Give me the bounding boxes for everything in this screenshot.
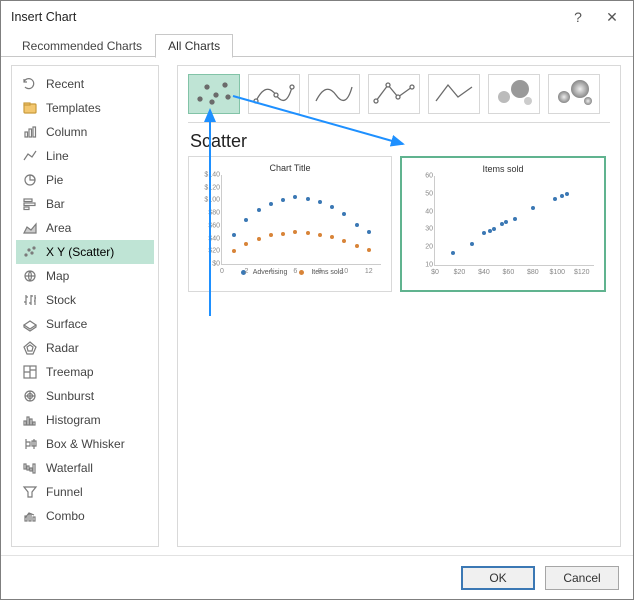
sidebar-item-label: Combo <box>46 509 85 523</box>
sidebar-item-label: Line <box>46 149 69 163</box>
sidebar-item-treemap[interactable]: Treemap <box>16 360 154 384</box>
chart-title: Items sold <box>408 164 598 174</box>
bubble-icon <box>492 77 536 112</box>
sidebar-item-line[interactable]: Line <box>16 144 154 168</box>
subtype-bubble-3d[interactable] <box>548 74 600 114</box>
scatter-icon <box>22 244 38 260</box>
recent-icon <box>22 76 38 92</box>
sidebar-item-label: Bar <box>46 197 65 211</box>
scatter-straight-icon <box>432 77 476 112</box>
sidebar-item-surface[interactable]: Surface <box>16 312 154 336</box>
sidebar-item-sunburst[interactable]: Sunburst <box>16 384 154 408</box>
scatter-smooth-icon <box>312 77 356 112</box>
scatter-straight-markers-icon <box>372 77 416 112</box>
subtype-scatter-straight[interactable] <box>428 74 480 114</box>
dialog-body: Recent Templates Column Line Pie Bar Area X Y (… <box>1 57 633 555</box>
insert-chart-dialog: Insert Chart ? ✕ Recommended Charts All … <box>0 0 634 600</box>
sunburst-icon <box>22 388 38 404</box>
dialog-title: Insert Chart <box>11 10 561 24</box>
waterfall-icon <box>22 460 38 476</box>
sidebar-item-label: Recent <box>46 77 84 91</box>
titlebar: Insert Chart ? ✕ <box>1 1 633 33</box>
sidebar-item-pie[interactable]: Pie <box>16 168 154 192</box>
sidebar-item-recent[interactable]: Recent <box>16 72 154 96</box>
sidebar-item-map[interactable]: Map <box>16 264 154 288</box>
histogram-icon <box>22 412 38 428</box>
sidebar-item-label: Templates <box>46 101 101 115</box>
sidebar-item-label: Column <box>46 125 87 139</box>
scatter-smooth-markers-icon <box>252 77 296 112</box>
close-button[interactable]: ✕ <box>595 5 629 29</box>
funnel-icon <box>22 484 38 500</box>
sidebar-item-label: Surface <box>46 317 87 331</box>
ok-button[interactable]: OK <box>461 566 535 590</box>
tab-all-charts[interactable]: All Charts <box>155 34 233 58</box>
sidebar-item-label: Box & Whisker <box>46 437 125 451</box>
dialog-footer: OK Cancel <box>1 555 633 599</box>
sidebar-item-label: Map <box>46 269 69 283</box>
subtype-title: Scatter <box>190 131 610 152</box>
tab-strip: Recommended Charts All Charts <box>1 33 633 57</box>
sidebar-item-label: Radar <box>46 341 79 355</box>
sidebar-item-histogram[interactable]: Histogram <box>16 408 154 432</box>
preview-right[interactable]: Items sold102030405060$0$20$40$60$80$100… <box>400 156 606 292</box>
sidebar-item-column[interactable]: Column <box>16 120 154 144</box>
chart-title: Chart Title <box>195 163 385 173</box>
subtype-scatter-plain[interactable] <box>188 74 240 114</box>
sidebar-item-templates[interactable]: Templates <box>16 96 154 120</box>
help-button[interactable]: ? <box>561 5 595 29</box>
treemap-icon <box>22 364 38 380</box>
subtype-scatter-straight-markers[interactable] <box>368 74 420 114</box>
tab-recommended[interactable]: Recommended Charts <box>9 34 155 58</box>
sidebar-item-label: Waterfall <box>46 461 93 475</box>
scatter-plain-icon <box>192 77 236 112</box>
cancel-button[interactable]: Cancel <box>545 566 619 590</box>
combo-icon <box>22 508 38 524</box>
radar-icon <box>22 340 38 356</box>
box-whisker-icon <box>22 436 38 452</box>
map-icon <box>22 268 38 284</box>
area-icon <box>22 220 38 236</box>
bubble-3d-icon <box>552 77 596 112</box>
sidebar-item-combo[interactable]: Combo <box>16 504 154 528</box>
subtype-scatter-smooth[interactable] <box>308 74 360 114</box>
sidebar-item-bar[interactable]: Bar <box>16 192 154 216</box>
templates-icon <box>22 100 38 116</box>
sidebar-item-waterfall[interactable]: Waterfall <box>16 456 154 480</box>
subtype-scatter-smooth-markers[interactable] <box>248 74 300 114</box>
sidebar-item-label: X Y (Scatter) <box>46 245 114 259</box>
stock-icon <box>22 292 38 308</box>
bar-icon <box>22 196 38 212</box>
line-icon <box>22 148 38 164</box>
subtype-bubble[interactable] <box>488 74 540 114</box>
column-icon <box>22 124 38 140</box>
sidebar-item-label: Sunburst <box>46 389 94 403</box>
sidebar-item-x-y-scatter[interactable]: X Y (Scatter) <box>16 240 154 264</box>
chart-type-list: Recent Templates Column Line Pie Bar Area X Y (… <box>11 65 159 547</box>
sidebar-item-label: Stock <box>46 293 76 307</box>
sidebar-item-label: Treemap <box>46 365 94 379</box>
sidebar-item-label: Pie <box>46 173 63 187</box>
sidebar-item-radar[interactable]: Radar <box>16 336 154 360</box>
preview-row: Chart Title$0$20$40$60$80$100$120$140024… <box>188 156 610 292</box>
subtype-strip <box>188 74 610 123</box>
sidebar-item-label: Funnel <box>46 485 83 499</box>
preview-left[interactable]: Chart Title$0$20$40$60$80$100$120$140024… <box>188 156 392 292</box>
chart-type-detail: Scatter Chart Title$0$20$40$60$80$100$12… <box>177 65 621 547</box>
sidebar-item-label: Histogram <box>46 413 101 427</box>
sidebar-item-label: Area <box>46 221 71 235</box>
surface-icon <box>22 316 38 332</box>
sidebar-item-area[interactable]: Area <box>16 216 154 240</box>
pie-icon <box>22 172 38 188</box>
sidebar-item-stock[interactable]: Stock <box>16 288 154 312</box>
sidebar-item-funnel[interactable]: Funnel <box>16 480 154 504</box>
sidebar-item-box-whisker[interactable]: Box & Whisker <box>16 432 154 456</box>
